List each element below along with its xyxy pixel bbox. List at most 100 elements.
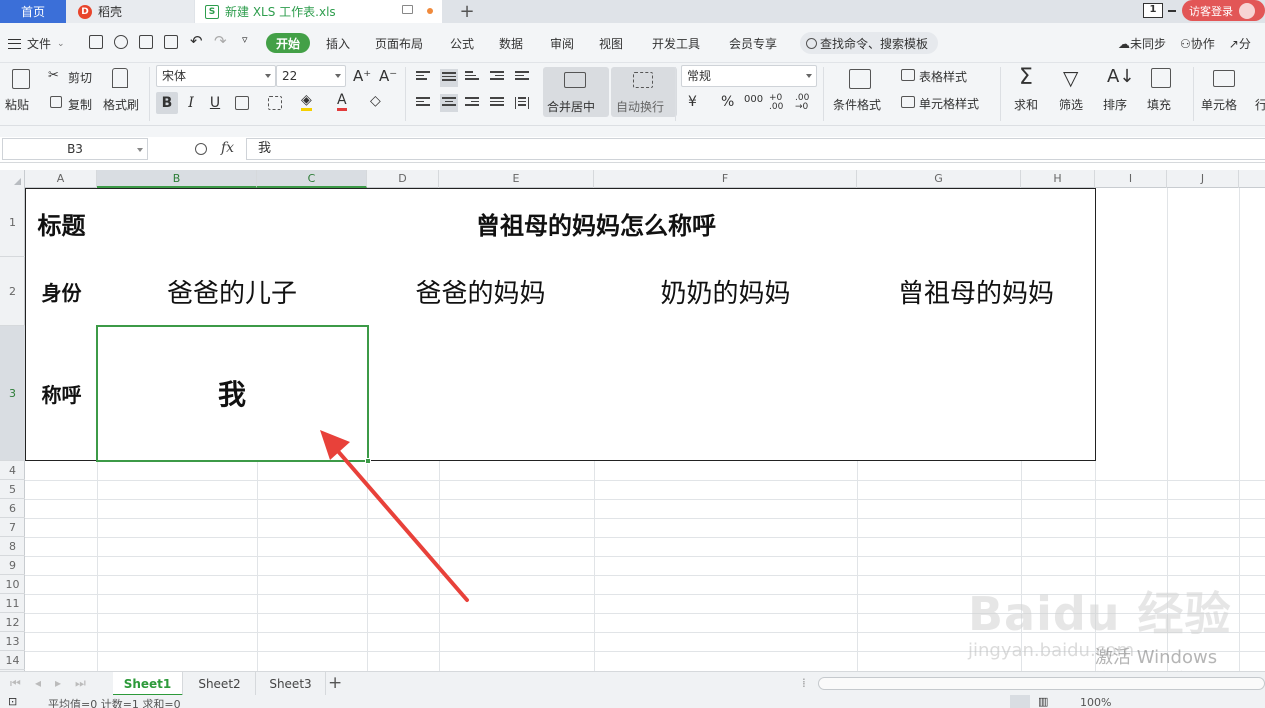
print-icon[interactable] [139, 35, 153, 49]
customize-chevron-icon[interactable]: ▿ [242, 33, 248, 46]
fx-icon[interactable]: fx [221, 140, 234, 156]
sheet-nav-prev-icon[interactable]: ◂ [35, 676, 41, 690]
tab-developer[interactable]: 开发工具 [652, 35, 700, 52]
page-view-icon[interactable]: ▥ [1038, 695, 1048, 708]
table-style-button[interactable]: 表格样式 [919, 68, 967, 85]
align-top-icon[interactable] [416, 71, 430, 83]
output-icon[interactable] [114, 35, 128, 49]
column-header-g[interactable]: G [857, 170, 1021, 188]
align-right-icon[interactable] [465, 97, 479, 109]
column-header-e[interactable]: E [439, 170, 594, 188]
cell-f3[interactable] [594, 326, 858, 461]
column-header-i[interactable]: I [1095, 170, 1167, 188]
currency-button[interactable]: ¥ [688, 94, 697, 110]
column-header-f[interactable]: F [594, 170, 857, 188]
indent-decrease-icon[interactable] [490, 71, 504, 83]
column-header-j[interactable]: J [1167, 170, 1239, 188]
cell-button[interactable]: 单元格 [1201, 96, 1237, 113]
sheet-tab-1[interactable]: Sheet1 [113, 672, 183, 696]
zoom-search-icon[interactable] [195, 143, 207, 155]
paste-button[interactable]: 粘贴 [5, 96, 29, 113]
auto-wrap-button[interactable]: 自动换行 [611, 67, 677, 117]
align-left-icon[interactable] [416, 97, 430, 109]
font-color-icon[interactable]: A [337, 92, 347, 111]
macro-icon[interactable]: ⊡ [8, 695, 17, 708]
percent-button[interactable]: % [721, 94, 734, 110]
sheet-tab-3[interactable]: Sheet3 [256, 672, 326, 696]
cell-f2[interactable]: 奶奶的妈妈 [594, 257, 858, 327]
fill-color-icon[interactable]: ◈ [301, 93, 312, 111]
window-count-icon[interactable]: 1 [1143, 3, 1163, 18]
zoom-level[interactable]: 100% [1080, 696, 1111, 708]
tab-docer[interactable]: D 稻壳 [66, 0, 194, 23]
sheet-nav-next-icon[interactable]: ▸ [55, 676, 61, 690]
italic-button[interactable]: I [180, 92, 202, 114]
scroll-handle-icon[interactable]: ⁞ [802, 676, 806, 690]
paste-icon[interactable] [12, 69, 30, 89]
filter-button[interactable]: 筛选 [1059, 96, 1083, 113]
sheet-tab-2[interactable]: Sheet2 [184, 672, 256, 696]
decrease-decimal-button[interactable]: .00 →0 [795, 94, 815, 112]
increase-decimal-button[interactable]: +0 .00 [769, 94, 789, 112]
font-grow-button[interactable]: A⁺ [353, 67, 371, 85]
new-tab-button[interactable]: + [455, 0, 479, 23]
row-header-12[interactable]: 12 [0, 613, 25, 632]
redo-icon[interactable]: ↷ [214, 32, 227, 50]
font-size-select[interactable]: 22 [276, 65, 346, 87]
row-header-13[interactable]: 13 [0, 632, 25, 651]
cell-g3[interactable] [857, 326, 1096, 461]
row-header-7[interactable]: 7 [0, 518, 25, 537]
row-header-10[interactable]: 10 [0, 575, 25, 594]
thousands-button[interactable]: 000 [744, 94, 763, 105]
number-format-select[interactable]: 常规 [681, 65, 817, 87]
indent-increase-icon[interactable] [515, 71, 529, 83]
copy-button[interactable]: 复制 [68, 96, 92, 113]
tab-view[interactable]: 视图 [599, 35, 623, 52]
row-header-9[interactable]: 9 [0, 556, 25, 575]
fill-style-icon[interactable] [268, 96, 282, 110]
row-header-1[interactable]: 1 [0, 188, 25, 257]
tab-home[interactable]: 首页 [0, 0, 66, 23]
row-header-11[interactable]: 11 [0, 594, 25, 613]
cell-a3[interactable]: 称呼 [25, 326, 98, 461]
row-header-4[interactable]: 4 [0, 461, 25, 480]
print-preview-icon[interactable] [164, 35, 178, 49]
merge-center-button[interactable]: 合并居中 [543, 67, 609, 117]
tab-insert[interactable]: 插入 [326, 35, 350, 52]
font-name-select[interactable]: 宋体 [156, 65, 276, 87]
justify-icon[interactable] [490, 97, 504, 109]
tab-start[interactable]: 开始 [266, 33, 310, 53]
row-header-14[interactable]: 14 [0, 651, 25, 670]
bold-button[interactable]: B [156, 92, 178, 114]
underline-button[interactable]: U [204, 92, 226, 114]
row-col-button[interactable]: 行 [1255, 96, 1265, 113]
eraser-icon[interactable]: ◇ [370, 93, 381, 109]
normal-view-icon[interactable] [1010, 695, 1030, 708]
row-header-3[interactable]: 3 [0, 326, 25, 461]
horizontal-scrollbar[interactable] [818, 677, 1265, 690]
border-icon[interactable] [235, 96, 249, 110]
save-icon[interactable] [89, 35, 103, 49]
cell-a2[interactable]: 身份 [25, 257, 98, 327]
sort-button[interactable]: 排序 [1103, 96, 1127, 113]
login-button[interactable]: 访客登录 [1182, 0, 1265, 21]
align-center-icon[interactable] [440, 94, 458, 112]
column-header-b[interactable]: B [97, 170, 257, 188]
font-shrink-button[interactable]: A⁻ [379, 67, 397, 85]
sync-status[interactable]: ☁未同步 [1118, 35, 1166, 52]
share-button[interactable]: ↗分 [1229, 35, 1251, 52]
cell-a1[interactable]: 标题 [25, 188, 98, 258]
cell-style-button[interactable]: 单元格样式 [919, 95, 979, 112]
name-box[interactable]: B3 [2, 138, 148, 160]
file-menu[interactable]: 文件 ⌄ [8, 35, 65, 52]
cell-g2[interactable]: 曾祖母的妈妈 [857, 257, 1096, 327]
tab-formula[interactable]: 公式 [450, 35, 474, 52]
cell-d2[interactable]: 爸爸的妈妈 [367, 257, 595, 327]
sheet-nav-last-icon[interactable]: ⏭ [75, 676, 86, 691]
command-search[interactable]: 查找命令、搜索模板 [800, 32, 938, 54]
minimize-icon[interactable] [1168, 10, 1176, 12]
formula-input[interactable]: 我 [246, 138, 1265, 160]
collaborate-button[interactable]: ⚇协作 [1180, 35, 1215, 52]
align-bottom-icon[interactable] [465, 71, 479, 83]
tab-file[interactable]: S 新建 XLS 工作表.xls [195, 0, 442, 23]
